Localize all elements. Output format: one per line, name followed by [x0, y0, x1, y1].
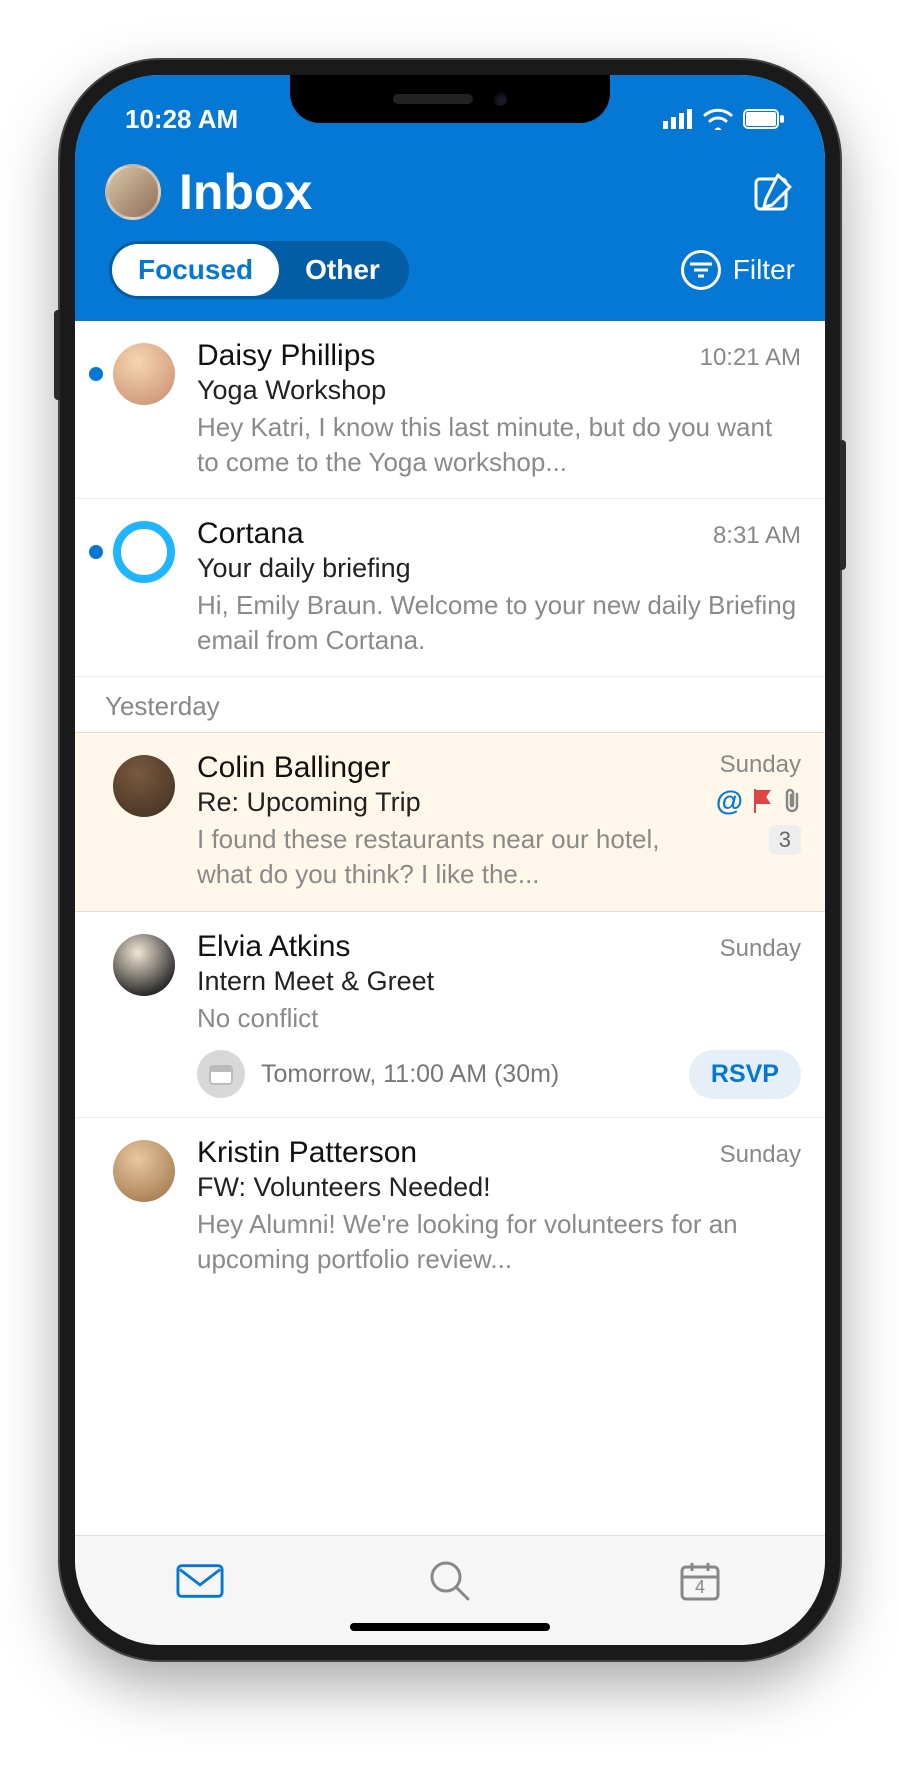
- mail-tab[interactable]: [176, 1557, 224, 1605]
- email-preview: Hi, Emily Braun. Welcome to your new dai…: [197, 588, 801, 658]
- sender-name: Kristin Patterson: [197, 1136, 417, 1170]
- status-time: 10:28 AM: [125, 104, 238, 135]
- email-preview: Hey Alumni! We're looking for volunteers…: [197, 1207, 801, 1277]
- email-preview: No conflict: [197, 1001, 801, 1036]
- phone-frame: 10:28 AM Inbox: [60, 60, 840, 1660]
- attachment-icon: [783, 788, 801, 814]
- email-subject: Yoga Workshop: [197, 375, 801, 406]
- sender-avatar: [113, 343, 175, 405]
- event-time-text: Tomorrow, 11:00 AM (30m): [261, 1060, 673, 1089]
- calendar-day-number: 4: [676, 1577, 724, 1598]
- email-list[interactable]: Daisy Phillips 10:21 AM Yoga Workshop He…: [75, 321, 825, 1535]
- tab-other[interactable]: Other: [279, 244, 406, 296]
- profile-avatar[interactable]: [105, 164, 161, 220]
- email-time: Sunday: [720, 935, 801, 963]
- flag-icon: [753, 789, 773, 813]
- notch: [290, 75, 610, 123]
- status-right: [663, 108, 785, 130]
- app-header: Inbox Focused Other Filter: [75, 145, 825, 321]
- sender-avatar: [113, 934, 175, 996]
- email-preview: Hey Katri, I know this last minute, but …: [197, 410, 801, 480]
- mention-icon: @: [716, 785, 743, 817]
- screen: 10:28 AM Inbox: [75, 75, 825, 1645]
- email-time: Sunday: [720, 1141, 801, 1169]
- email-subject: Your daily briefing: [197, 553, 801, 584]
- email-row[interactable]: Daisy Phillips 10:21 AM Yoga Workshop He…: [75, 321, 825, 499]
- calendar-tab[interactable]: 4: [676, 1557, 724, 1605]
- sender-name: Elvia Atkins: [197, 930, 350, 964]
- compose-button[interactable]: [751, 170, 795, 214]
- sender-name: Cortana: [197, 517, 304, 551]
- event-chip: Tomorrow, 11:00 AM (30m) RSVP: [197, 1050, 801, 1099]
- email-row[interactable]: Elvia Atkins Sunday Intern Meet & Greet …: [75, 912, 825, 1118]
- cortana-avatar: [113, 521, 175, 583]
- email-time: 8:31 AM: [713, 522, 801, 550]
- calendar-chip-icon: [197, 1050, 245, 1098]
- tab-focused[interactable]: Focused: [112, 244, 279, 296]
- search-tab[interactable]: [426, 1557, 474, 1605]
- email-time: 10:21 AM: [700, 344, 801, 372]
- email-row[interactable]: Kristin Patterson Sunday FW: Volunteers …: [75, 1118, 825, 1295]
- filter-button[interactable]: Filter: [681, 250, 795, 290]
- page-title: Inbox: [179, 163, 312, 221]
- sender-avatar: [113, 755, 175, 817]
- sender-name: Daisy Phillips: [197, 339, 375, 373]
- email-subject: Intern Meet & Greet: [197, 966, 801, 997]
- unread-dot: [89, 545, 103, 559]
- wifi-icon: [703, 108, 733, 130]
- filter-label: Filter: [733, 254, 795, 286]
- rsvp-button[interactable]: RSVP: [689, 1050, 801, 1099]
- home-indicator[interactable]: [350, 1623, 550, 1631]
- cellular-icon: [663, 109, 693, 129]
- sender-avatar: [113, 1140, 175, 1202]
- filter-icon: [681, 250, 721, 290]
- email-row[interactable]: Cortana 8:31 AM Your daily briefing Hi, …: [75, 499, 825, 677]
- email-preview: I found these restaurants near our hotel…: [197, 822, 671, 892]
- sender-name: Colin Ballinger: [197, 751, 390, 785]
- thread-count: 3: [769, 825, 801, 855]
- email-subject: FW: Volunteers Needed!: [197, 1172, 801, 1203]
- battery-icon: [743, 109, 785, 129]
- unread-dot: [89, 367, 103, 381]
- email-row[interactable]: Colin Ballinger Re: Upcoming Trip I foun…: [75, 732, 825, 911]
- email-subject: Re: Upcoming Trip: [197, 787, 671, 818]
- inbox-tabs: Focused Other: [109, 241, 409, 299]
- email-time: Sunday: [720, 751, 801, 779]
- section-header-yesterday: Yesterday: [75, 677, 825, 732]
